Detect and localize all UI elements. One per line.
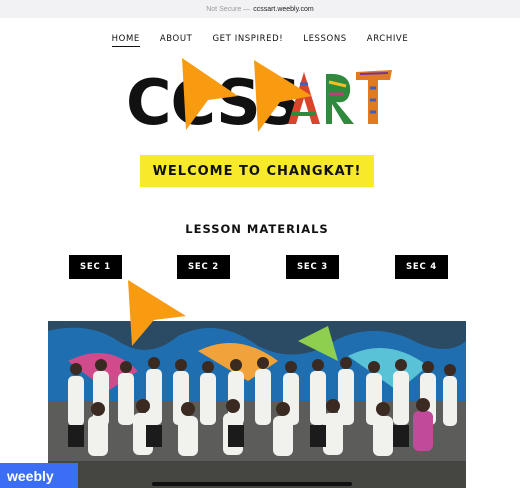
nav-about[interactable]: ABOUT — [160, 34, 193, 47]
sec-2-button[interactable]: SEC 2 — [177, 255, 230, 279]
lesson-materials-heading: LESSON MATERIALS — [185, 222, 329, 236]
sec-1-button[interactable]: SEC 1 — [69, 255, 122, 279]
sec-4-button[interactable]: SEC 4 — [395, 255, 448, 279]
group-photo — [48, 321, 466, 488]
pointer-arrow-icon — [182, 58, 238, 130]
nav-archive[interactable]: ARCHIVE — [367, 34, 409, 47]
welcome-banner: WELCOME TO CHANGKAT! — [140, 155, 374, 187]
url-host: ccssart.weebly.com — [253, 5, 314, 13]
security-label: Not Secure — — [206, 5, 251, 13]
home-indicator — [152, 482, 352, 486]
nav-lessons[interactable]: LESSONS — [303, 34, 347, 47]
main-nav: HOME ABOUT GET INSPIRED! LESSONS ARCHIVE — [0, 34, 520, 47]
nav-get-inspired[interactable]: GET INSPIRED! — [212, 34, 283, 47]
pointer-arrow-icon — [128, 280, 186, 346]
nav-home[interactable]: HOME — [111, 34, 140, 47]
sec-3-button[interactable]: SEC 3 — [286, 255, 339, 279]
weebly-badge[interactable]: weebly — [0, 463, 78, 488]
pointer-arrow-icon — [254, 60, 312, 132]
browser-url-bar[interactable]: Not Secure — ccssart.weebly.com — [0, 0, 520, 18]
